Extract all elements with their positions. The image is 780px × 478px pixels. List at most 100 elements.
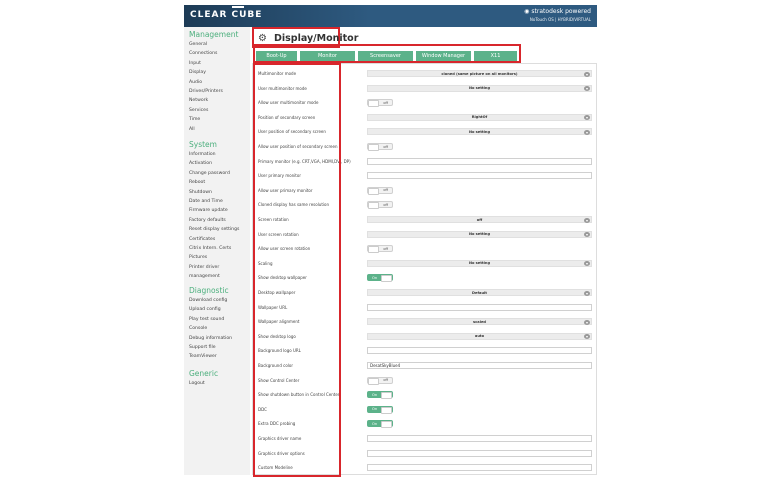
toggle-show-shutdown-button-in-control-center[interactable]: On — [367, 391, 393, 400]
sidebar-item-activation[interactable]: Activation — [189, 161, 212, 166]
sidebar-section-management: Management — [189, 30, 239, 39]
select-scaling[interactable]: No setting ▾ — [367, 259, 592, 267]
select-user-multimonitor-mode[interactable]: No setting ▾ — [367, 84, 592, 92]
sidebar-item-services[interactable]: Services — [189, 108, 208, 113]
toggle-cloned-display-has-same-resolution[interactable]: off — [367, 201, 393, 210]
app-window: CLEAR CUBE ◉ stratodesk powered NoTouch O… — [184, 5, 597, 477]
sidebar-item-pictures[interactable]: Pictures — [189, 255, 207, 260]
select-value: auto — [474, 334, 485, 339]
sidebar-item-support-file[interactable]: Support file — [189, 345, 216, 350]
sidebar-item-teamviewer[interactable]: TeamViewer — [189, 354, 217, 359]
sidebar-item-information[interactable]: Information — [189, 152, 216, 157]
sidebar-item-date-and-time[interactable]: Date and Time — [189, 199, 223, 204]
chevron-down-icon: ▾ — [584, 232, 590, 238]
sidebar-item-reboot[interactable]: Reboot — [189, 180, 205, 185]
chevron-down-icon: ▾ — [584, 71, 590, 77]
clearcube-logo: CLEAR CUBE — [190, 10, 263, 20]
select-multimonitor-mode[interactable]: cloned (same picture on all monitors) ▾ — [367, 70, 592, 77]
sidebar-item-connections[interactable]: Connections — [189, 51, 217, 56]
toggle-state-text: off — [383, 144, 388, 149]
select-value: off — [476, 217, 483, 222]
select-wallpaper-alignment[interactable]: scaled ▾ — [367, 318, 592, 326]
sidebar-item-shutdown[interactable]: Shutdown — [189, 190, 212, 195]
sidebar-item-printer-driver[interactable]: Printer driver — [189, 265, 219, 270]
sidebar: Management General Connections Input Display… — [184, 27, 250, 475]
toggle-state-text: off — [383, 100, 388, 105]
sidebar-item-network[interactable]: Network — [189, 98, 208, 103]
input-graphics-driver-name[interactable] — [367, 435, 592, 442]
chevron-down-icon: ▾ — [584, 217, 590, 223]
sidebar-item-logout[interactable]: Logout — [189, 381, 205, 386]
select-value: No setting — [468, 129, 491, 134]
chevron-down-icon: ▾ — [584, 319, 590, 325]
tabs-highlight — [253, 44, 521, 63]
sidebar-item-play-test-sound[interactable]: Play test sound — [189, 317, 224, 322]
toggle-state-text: On — [372, 407, 378, 412]
sidebar-item-citrix-intern-certs[interactable]: Citrix Intern. Certs — [189, 246, 231, 251]
chevron-down-icon: ▾ — [584, 261, 590, 267]
chevron-down-icon: ▾ — [584, 115, 590, 121]
toggle-knob — [368, 100, 379, 108]
input-background-logo-url[interactable] — [367, 347, 592, 355]
toggle-state-text: off — [383, 202, 388, 207]
input-wallpaper-url[interactable] — [367, 303, 592, 311]
toggle-allow-user-multimonitor-mode[interactable]: off — [367, 99, 393, 108]
sidebar-item-display[interactable]: Display — [189, 70, 206, 75]
sidebar-item-input[interactable]: Input — [189, 61, 201, 66]
sidebar-item-console[interactable]: Console — [189, 326, 207, 331]
sidebar-item-drives-printers[interactable]: Drives/Printers — [189, 89, 223, 94]
input-background-color[interactable]: DesatSkyBlue4 — [367, 362, 592, 369]
input-user-primary-monitor[interactable] — [367, 172, 592, 180]
select-show-desktop-logo[interactable]: auto ▾ — [367, 332, 592, 340]
sidebar-item-all[interactable]: All — [189, 127, 195, 132]
select-position-of-secondary-screen[interactable]: RightOf ▾ — [367, 113, 592, 121]
logo-mark-icon — [232, 6, 244, 14]
stratodesk-badge: ◉ stratodesk powered NoTouch OS | HYBRID/… — [524, 8, 591, 22]
sidebar-item-factory-defaults[interactable]: Factory defaults — [189, 218, 226, 223]
toggle-state-text: off — [383, 188, 388, 193]
toggle-state-text: off — [383, 246, 388, 251]
toggle-knob — [368, 202, 379, 210]
select-value: No setting — [468, 86, 491, 91]
select-user-position-of-secondary-screen[interactable]: No setting ▾ — [367, 128, 592, 136]
sidebar-section-generic: Generic — [189, 369, 219, 378]
toggle-knob — [381, 406, 392, 414]
select-value: cloned (same picture on all monitors) — [441, 71, 518, 76]
chevron-down-icon: ▾ — [584, 290, 590, 296]
toggle-knob — [381, 392, 392, 400]
toggle-ddc[interactable]: On — [367, 405, 393, 414]
labels-highlight — [253, 63, 341, 477]
sidebar-item-download-config[interactable]: Download config — [189, 298, 227, 303]
toggle-knob — [381, 421, 392, 429]
sidebar-item-audio[interactable]: Audio — [189, 80, 202, 85]
input-primary-monitor-e-g-crt-vga-hdmi-dvi-dp[interactable] — [367, 157, 592, 165]
sidebar-item-debug-information[interactable]: Debug information — [189, 336, 232, 341]
sidebar-item-certificates[interactable]: Certificates — [189, 237, 215, 242]
page-title: Display/Monitor — [274, 33, 359, 44]
toggle-knob — [368, 377, 379, 385]
sidebar-item-management[interactable]: management — [189, 274, 220, 279]
toggle-show-desktop-wallpaper[interactable]: On — [367, 274, 393, 283]
select-user-screen-rotation[interactable]: No setting ▾ — [367, 230, 592, 238]
select-screen-rotation[interactable]: off ▾ — [367, 216, 592, 223]
toggle-state-text: On — [372, 275, 378, 280]
toggle-show-control-center[interactable]: off — [367, 376, 393, 385]
input-graphics-driver-options[interactable] — [367, 449, 592, 457]
select-desktop-wallpaper[interactable]: Default ▾ — [367, 289, 592, 296]
toggle-extra-ddc-probing[interactable]: On — [367, 420, 393, 429]
sidebar-item-firmware-update[interactable]: Firmware update — [189, 208, 228, 213]
toggle-allow-user-position-of-secondary-screen[interactable]: off — [367, 143, 393, 151]
input-custom-modeline[interactable] — [367, 464, 592, 472]
toggle-allow-user-primary-monitor[interactable]: off — [367, 186, 393, 195]
toggle-state-text: On — [372, 392, 378, 397]
toggle-knob — [368, 246, 379, 254]
input-value: DesatSkyBlue4 — [370, 363, 401, 368]
sidebar-item-time[interactable]: Time — [189, 117, 200, 122]
sidebar-item-general[interactable]: General — [189, 42, 207, 47]
toggle-knob — [368, 144, 379, 151]
sidebar-item-change-password[interactable]: Change password — [189, 171, 230, 176]
gears-icon: ⚙ — [258, 33, 267, 44]
toggle-allow-user-screen-rotation[interactable]: off — [367, 245, 393, 254]
sidebar-item-upload-config[interactable]: Upload config — [189, 307, 221, 312]
sidebar-item-reset-display-settings[interactable]: Reset display settings — [189, 227, 239, 232]
